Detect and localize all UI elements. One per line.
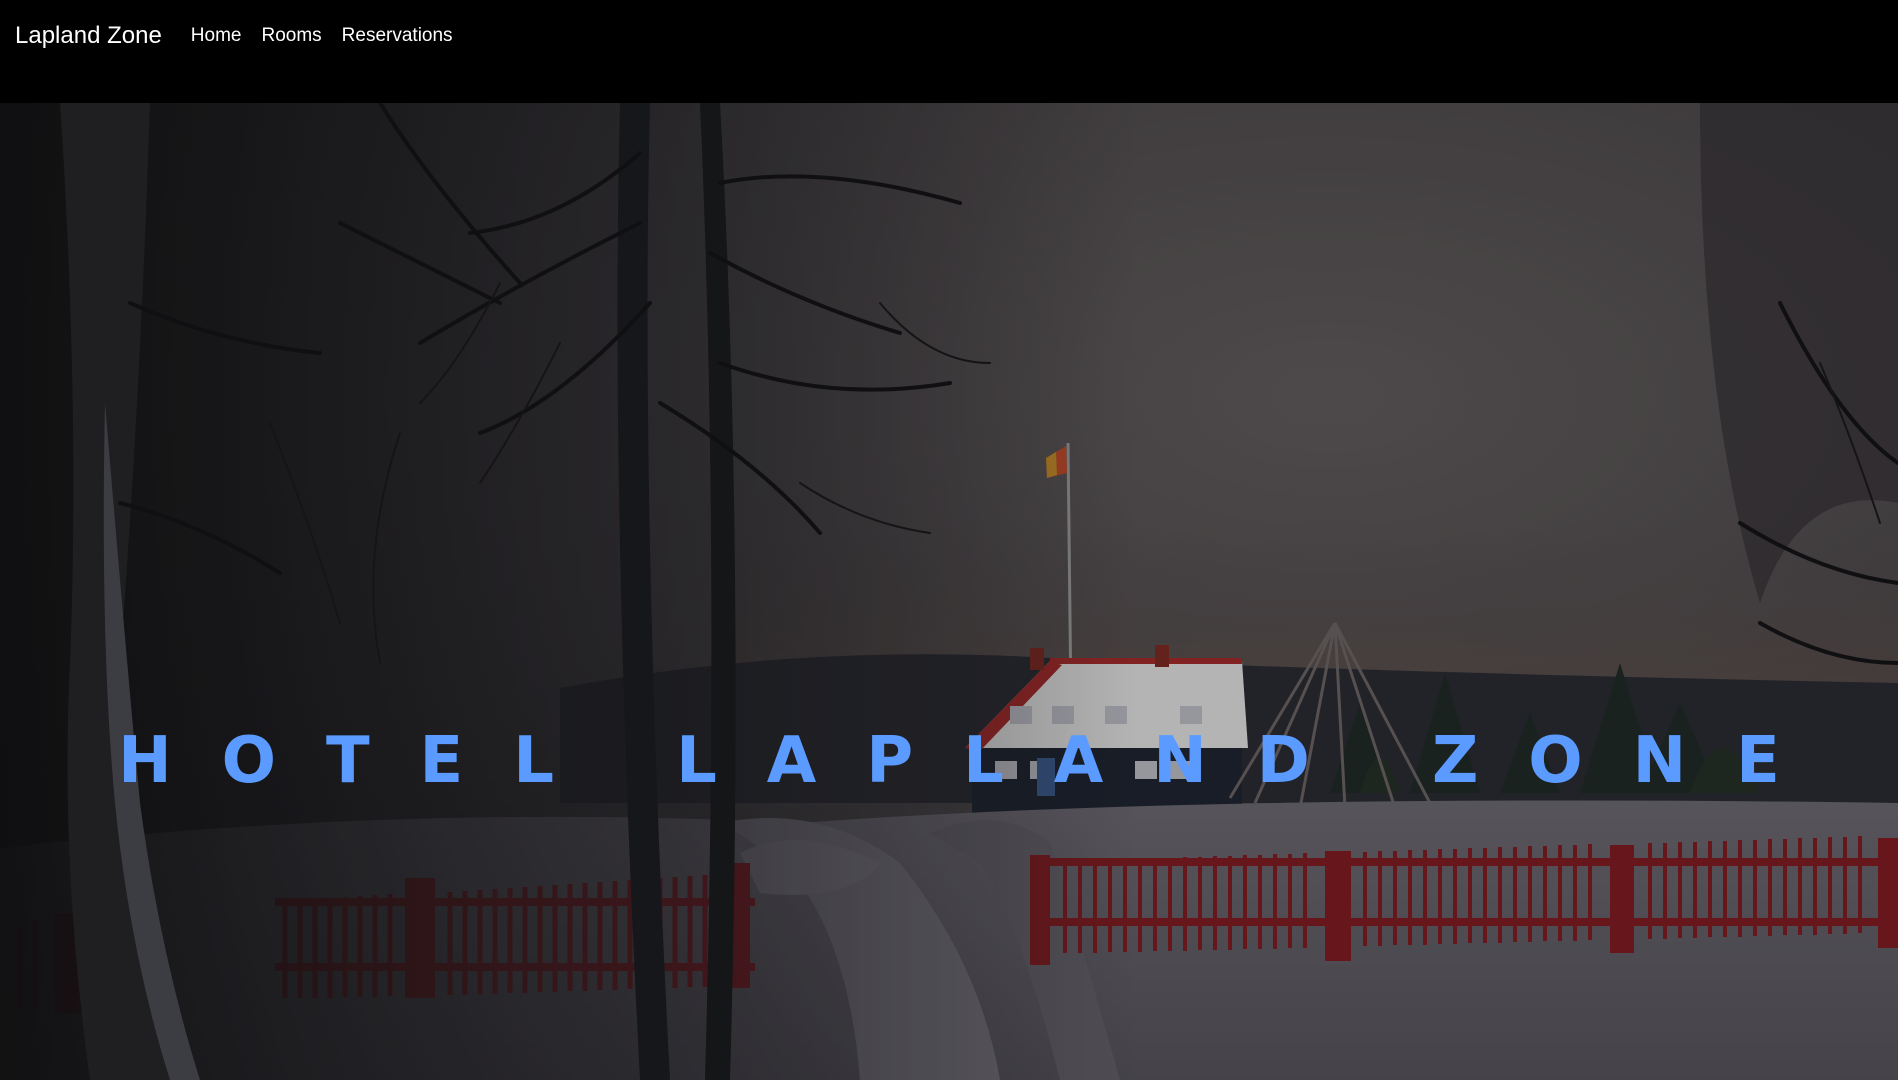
nav-item-home: Home bbox=[191, 20, 262, 52]
brand-link[interactable]: Lapland Zone bbox=[15, 20, 162, 52]
nav-menu: Home Rooms Reservations bbox=[191, 20, 473, 52]
hero-background-image bbox=[0, 103, 1898, 1080]
nav-link-home[interactable]: Home bbox=[191, 25, 242, 46]
nav-link-reservations[interactable]: Reservations bbox=[342, 25, 453, 46]
hero-title: HOTEL LAPLAND ZONE bbox=[118, 723, 1830, 798]
nav-link-rooms[interactable]: Rooms bbox=[261, 25, 321, 46]
hero-section: HOTEL LAPLAND ZONE bbox=[0, 103, 1898, 1080]
top-navbar: Lapland Zone Home Rooms Reservations bbox=[0, 0, 1898, 103]
nav-item-rooms: Rooms bbox=[261, 20, 341, 52]
nav-item-reservations: Reservations bbox=[342, 20, 473, 52]
